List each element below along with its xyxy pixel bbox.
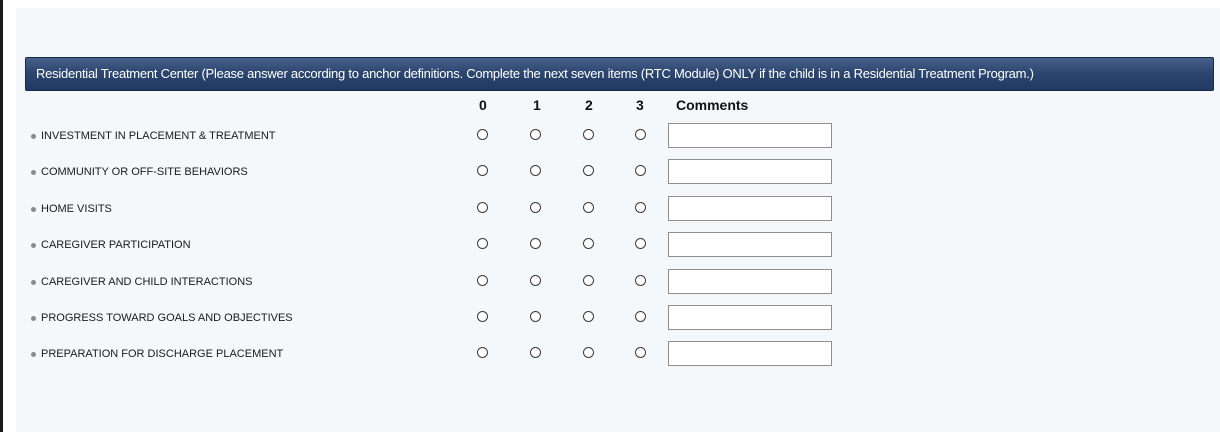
radio-score-0[interactable]	[477, 311, 488, 322]
radio-score-2[interactable]	[583, 347, 594, 358]
radio-score-0[interactable]	[477, 202, 488, 213]
comment-input[interactable]	[668, 341, 832, 366]
radio-score-3[interactable]	[635, 129, 646, 140]
radio-score-1[interactable]	[530, 275, 541, 286]
radio-score-1[interactable]	[530, 202, 541, 213]
rating-row: PREPARATION FOR DISCHARGE PLACEMENT	[0, 341, 1220, 367]
radio-score-3[interactable]	[635, 347, 646, 358]
radio-score-0[interactable]	[477, 129, 488, 140]
comment-input[interactable]	[668, 305, 832, 330]
radio-score-1[interactable]	[530, 347, 541, 358]
radio-score-1[interactable]	[530, 129, 541, 140]
item-label: HOME VISITS	[41, 203, 112, 215]
score-header-2: 2	[585, 97, 593, 113]
radio-score-2[interactable]	[583, 202, 594, 213]
item-label: COMMUNITY OR OFF-SITE BEHAVIORS	[41, 166, 248, 178]
comment-input[interactable]	[668, 123, 832, 148]
rating-row: CAREGIVER PARTICIPATION	[0, 232, 1220, 258]
bullet-icon	[31, 170, 36, 175]
score-header-3: 3	[636, 97, 644, 113]
comment-input[interactable]	[668, 232, 832, 257]
item-label: PROGRESS TOWARD GOALS AND OBJECTIVES	[41, 312, 293, 324]
radio-score-0[interactable]	[477, 165, 488, 176]
rating-row: COMMUNITY OR OFF-SITE BEHAVIORS	[0, 159, 1220, 185]
item-label: INVESTMENT IN PLACEMENT & TREATMENT	[41, 130, 276, 142]
bullet-icon	[31, 134, 36, 139]
radio-score-0[interactable]	[477, 275, 488, 286]
item-label: PREPARATION FOR DISCHARGE PLACEMENT	[41, 348, 284, 360]
rating-row: CAREGIVER AND CHILD INTERACTIONS	[0, 269, 1220, 295]
radio-score-1[interactable]	[530, 165, 541, 176]
bullet-icon	[31, 207, 36, 212]
rtc-section-header: Residential Treatment Center (Please ans…	[25, 57, 1214, 91]
item-label: CAREGIVER AND CHILD INTERACTIONS	[41, 276, 253, 288]
radio-score-0[interactable]	[477, 238, 488, 249]
radio-score-3[interactable]	[635, 202, 646, 213]
comment-input[interactable]	[668, 196, 832, 221]
radio-score-2[interactable]	[583, 275, 594, 286]
bullet-icon	[31, 352, 36, 357]
rating-row: HOME VISITS	[0, 196, 1220, 222]
radio-score-0[interactable]	[477, 347, 488, 358]
radio-score-1[interactable]	[530, 311, 541, 322]
radio-score-3[interactable]	[635, 275, 646, 286]
radio-score-1[interactable]	[530, 238, 541, 249]
comments-header: Comments	[676, 97, 749, 113]
radio-score-2[interactable]	[583, 129, 594, 140]
comment-input[interactable]	[668, 159, 832, 184]
radio-score-2[interactable]	[583, 165, 594, 176]
item-label: CAREGIVER PARTICIPATION	[41, 239, 191, 251]
comment-input[interactable]	[668, 269, 832, 294]
radio-score-3[interactable]	[635, 238, 646, 249]
radio-score-2[interactable]	[583, 311, 594, 322]
bullet-icon	[31, 243, 36, 248]
rating-row: INVESTMENT IN PLACEMENT & TREATMENT	[0, 123, 1220, 149]
score-header-1: 1	[533, 97, 541, 113]
bullet-icon	[31, 316, 36, 321]
bullet-icon	[31, 280, 36, 285]
radio-score-2[interactable]	[583, 238, 594, 249]
radio-score-3[interactable]	[635, 165, 646, 176]
score-header-0: 0	[479, 97, 487, 113]
rating-row: PROGRESS TOWARD GOALS AND OBJECTIVES	[0, 305, 1220, 331]
radio-score-3[interactable]	[635, 311, 646, 322]
